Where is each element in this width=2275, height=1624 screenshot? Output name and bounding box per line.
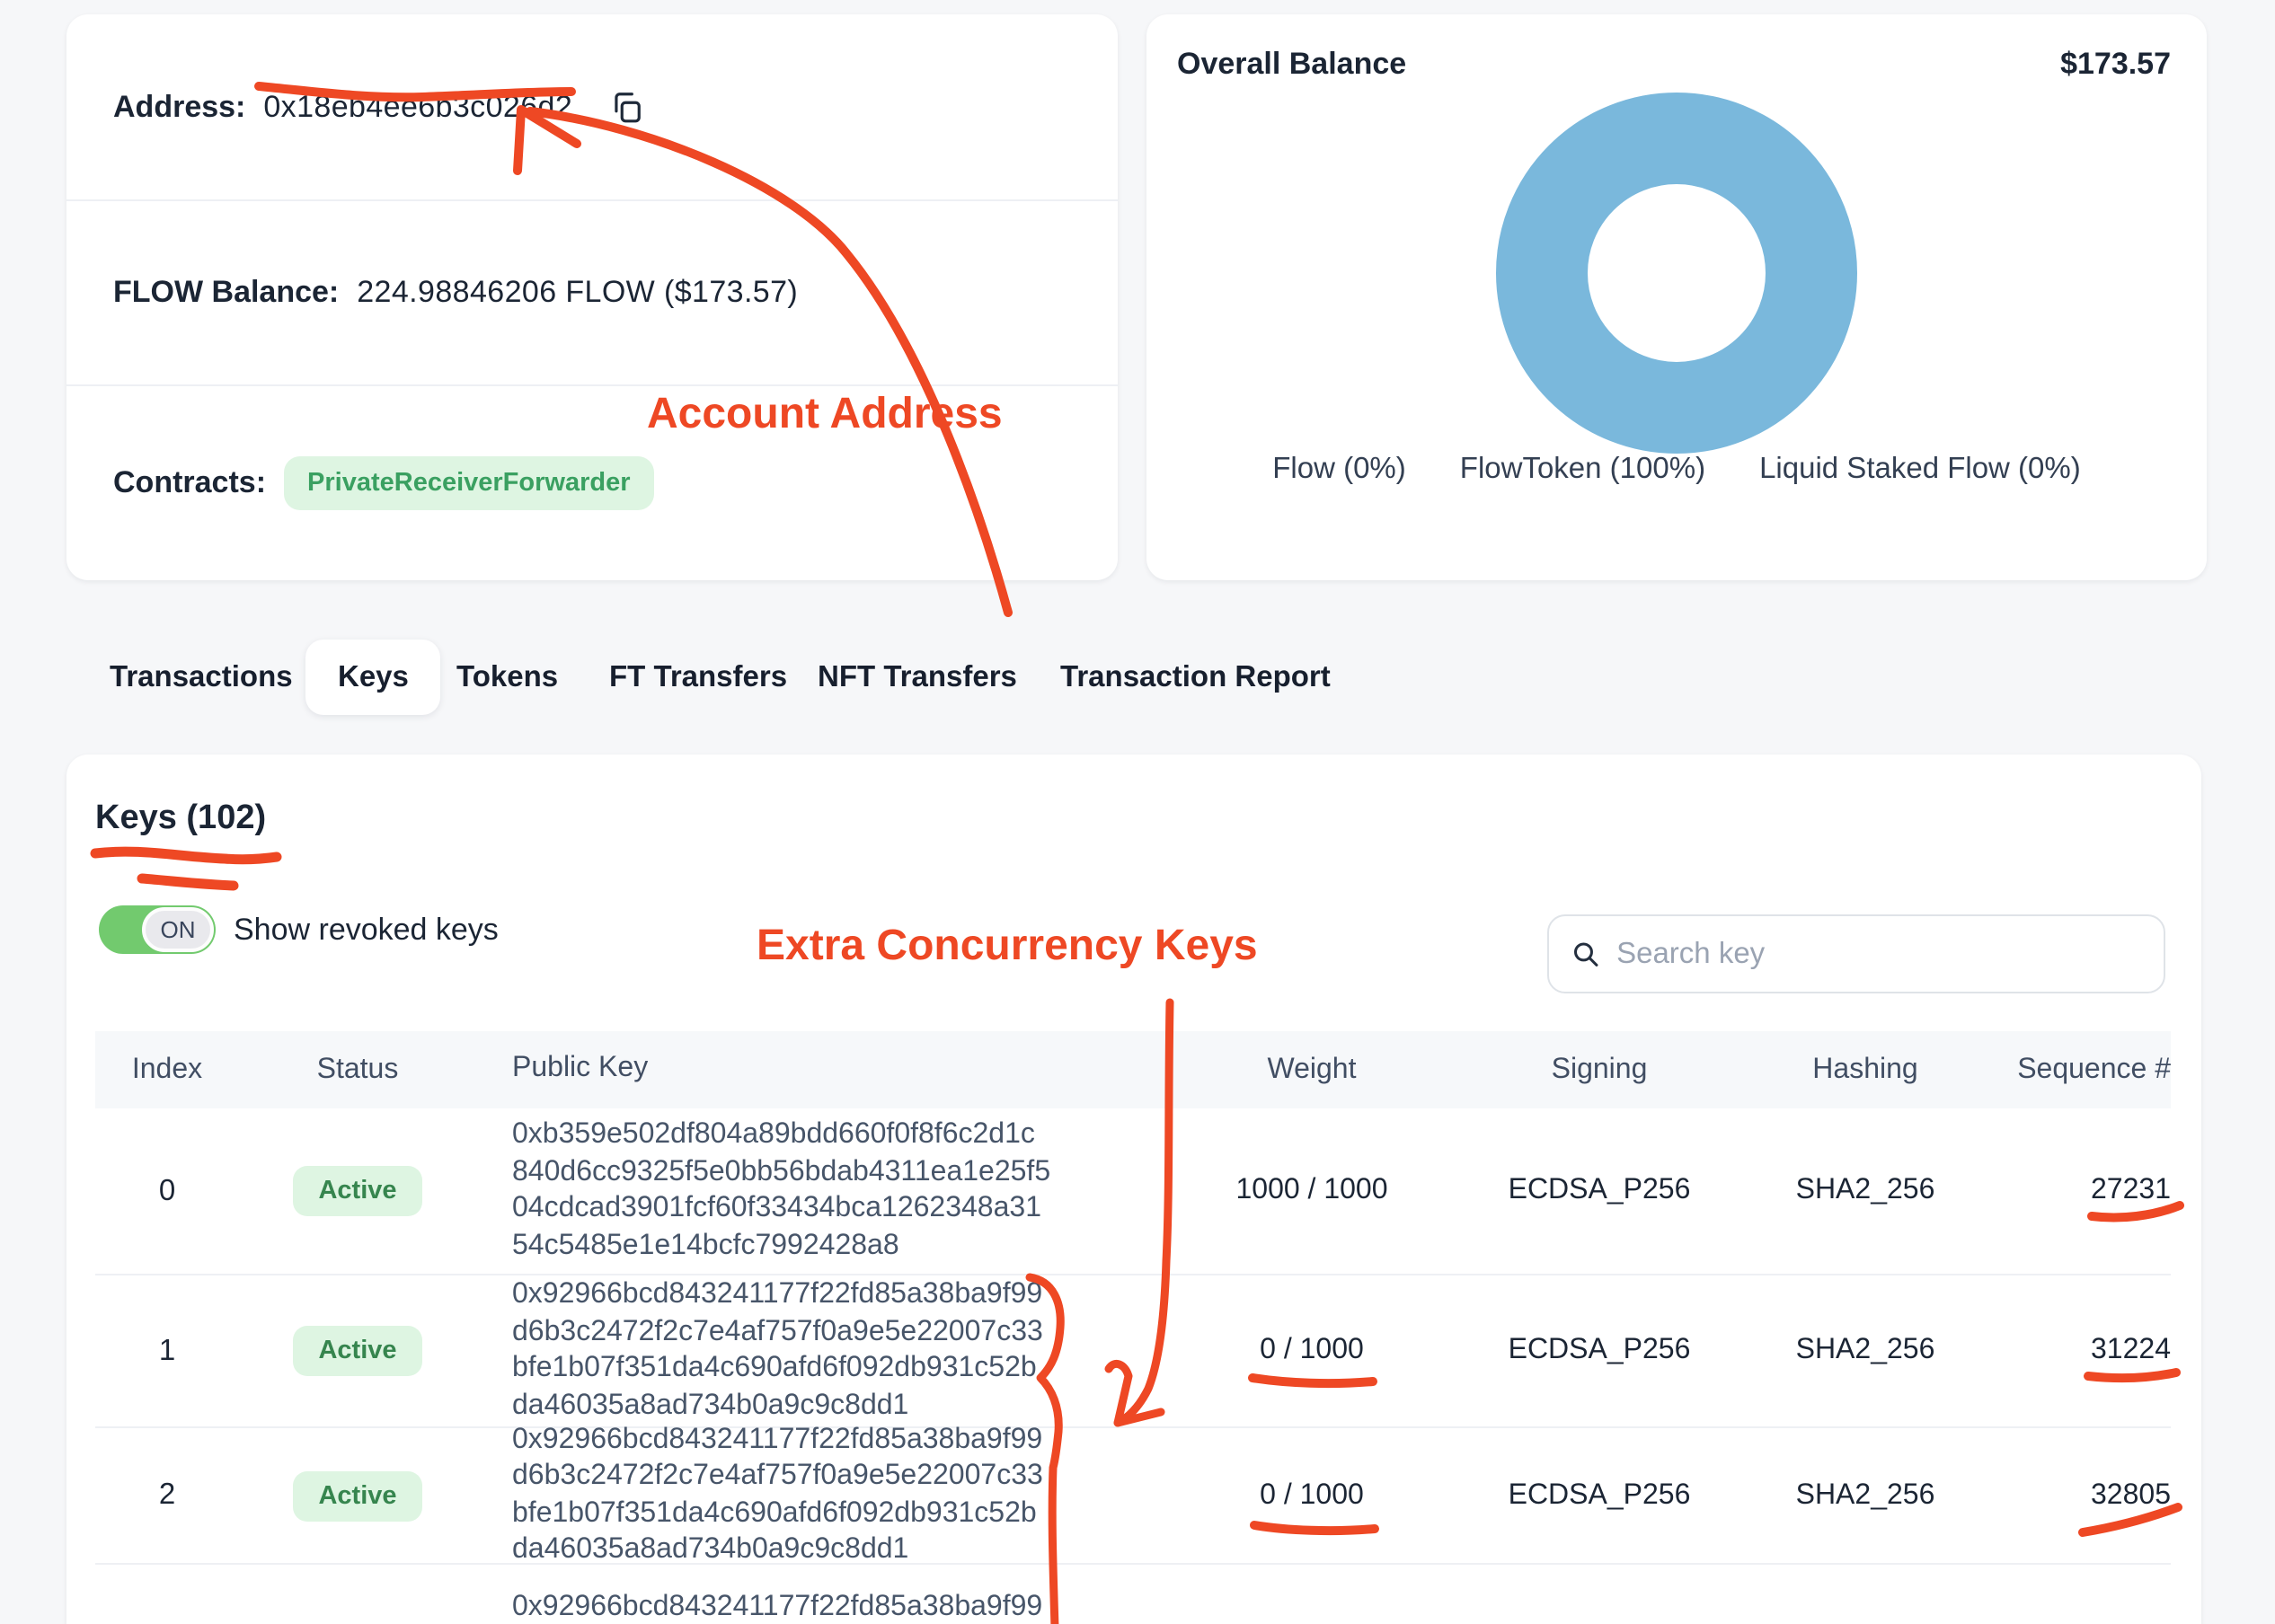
tab-nft-transfers[interactable]: NFT Transfers — [818, 640, 1017, 715]
public-key: 0x92966bcd843241177f22fd85a38ba9f99 d6b3… — [476, 1589, 1164, 1624]
keys-card: Keys (102) ON Show revoked keys Index St… — [66, 755, 2201, 1624]
donut-legend: Flow (0%) FlowToken (100%) Liquid Staked… — [1146, 453, 2207, 487]
status-badge: Active — [293, 1326, 421, 1376]
keys-table-header: Index Status Public Key Weight Signing H… — [95, 1031, 2171, 1108]
key-sequence: 27231 — [1991, 1175, 2171, 1207]
balance-card-title: Overall Balance — [1177, 47, 1406, 83]
header-hashing: Hashing — [1739, 1054, 1991, 1086]
account-tabs: Transactions Keys Tokens FT Transfers NF… — [0, 640, 2275, 715]
flow-balance-row: FLOW Balance: 224.98846206 FLOW ($173.57… — [66, 199, 1118, 384]
search-icon — [1571, 938, 1600, 970]
key-signing: ECDSA_P256 — [1459, 1335, 1739, 1367]
tab-keys[interactable]: Keys — [305, 640, 441, 715]
legend-item-flow: Flow (0%) — [1272, 453, 1406, 487]
search-input[interactable] — [1616, 937, 2142, 971]
key-row-3[interactable]: Active 0x92966bcd843241177f22fd85a38ba9f… — [95, 1565, 2171, 1624]
key-signing: ECDSA_P256 — [1459, 1479, 1739, 1512]
key-hashing: SHA2_256 — [1739, 1175, 1991, 1207]
header-public-key: Public Key — [476, 1052, 1164, 1089]
address-value: 0x18eb4ee6b3c026d2 — [263, 89, 572, 125]
copy-address-button[interactable] — [608, 90, 642, 124]
flow-balance-value: 224.98846206 FLOW ($173.57) — [357, 275, 798, 311]
balance-card-header: Overall Balance $173.57 — [1146, 14, 2207, 83]
donut-ring — [1493, 90, 1860, 456]
public-key: 0xb359e502df804a89bdd660f0f8f6c2d1c 840d… — [476, 1117, 1164, 1265]
key-weight: 0 / 1000 — [1164, 1335, 1459, 1367]
keys-table: Index Status Public Key Weight Signing H… — [95, 1031, 2171, 1624]
overall-balance-card: Overall Balance $173.57 Flow (0%) FlowTo… — [1146, 14, 2207, 580]
key-signing: ECDSA_P256 — [1459, 1175, 1739, 1207]
public-key: 0x92966bcd843241177f22fd85a38ba9f99 d6b3… — [476, 1277, 1164, 1425]
tab-tokens[interactable]: Tokens — [456, 640, 558, 715]
account-info-card: Address: 0x18eb4ee6b3c026d2 FLOW Balance… — [66, 14, 1118, 580]
balance-donut-chart — [1146, 90, 2207, 456]
tab-ft-transfers[interactable]: FT Transfers — [609, 640, 787, 715]
flow-balance-label: FLOW Balance: — [113, 275, 339, 311]
copy-icon — [608, 90, 642, 124]
key-index: 1 — [95, 1334, 239, 1368]
key-weight: 0 / 1000 — [1164, 1479, 1459, 1512]
key-search-box[interactable] — [1547, 914, 2165, 993]
toggle-label: Show revoked keys — [234, 912, 499, 948]
header-index: Index — [95, 1054, 239, 1086]
revoked-keys-toggle-row: ON Show revoked keys — [99, 905, 499, 954]
contracts-label: Contracts: — [113, 465, 266, 501]
address-row: Address: 0x18eb4ee6b3c026d2 — [66, 14, 1118, 199]
header-status: Status — [239, 1054, 476, 1086]
key-index: 2 — [95, 1478, 239, 1513]
public-key: 0x92966bcd843241177f22fd85a38ba9f99 d6b3… — [476, 1422, 1164, 1569]
keys-section-title: Keys (102) — [95, 799, 266, 839]
show-revoked-toggle[interactable]: ON — [99, 905, 216, 954]
tab-transactions[interactable]: Transactions — [110, 640, 293, 715]
key-sequence: 32805 — [1991, 1479, 2171, 1512]
status-badge: Active — [293, 1470, 421, 1521]
address-label: Address: — [113, 89, 245, 125]
header-signing: Signing — [1459, 1054, 1739, 1086]
key-index: 0 — [95, 1174, 239, 1208]
header-sequence: Sequence # — [1991, 1054, 2171, 1086]
contracts-row: Contracts: PrivateReceiverForwarder — [66, 384, 1118, 580]
key-row-0[interactable]: 0 Active 0xb359e502df804a89bdd660f0f8f6c… — [95, 1108, 2171, 1275]
key-row-1[interactable]: 1 Active 0x92966bcd843241177f22fd85a38ba… — [95, 1275, 2171, 1428]
page: Address: 0x18eb4ee6b3c026d2 FLOW Balance… — [0, 0, 2275, 1624]
contract-chip[interactable]: PrivateReceiverForwarder — [284, 456, 654, 510]
key-hashing: SHA2_256 — [1739, 1335, 1991, 1367]
header-weight: Weight — [1164, 1054, 1459, 1086]
key-row-2[interactable]: 2 Active 0x92966bcd843241177f22fd85a38ba… — [95, 1428, 2171, 1565]
key-hashing: SHA2_256 — [1739, 1479, 1991, 1512]
legend-item-liquid-staked: Liquid Staked Flow (0%) — [1759, 453, 2081, 487]
tab-transaction-report[interactable]: Transaction Report — [1060, 640, 1331, 715]
status-badge: Active — [293, 1166, 421, 1216]
legend-item-flowtoken: FlowToken (100%) — [1460, 453, 1705, 487]
toggle-knob: ON — [142, 907, 214, 952]
key-weight: 1000 / 1000 — [1164, 1175, 1459, 1207]
balance-amount: $173.57 — [2060, 47, 2171, 83]
key-sequence: 31224 — [1991, 1335, 2171, 1367]
